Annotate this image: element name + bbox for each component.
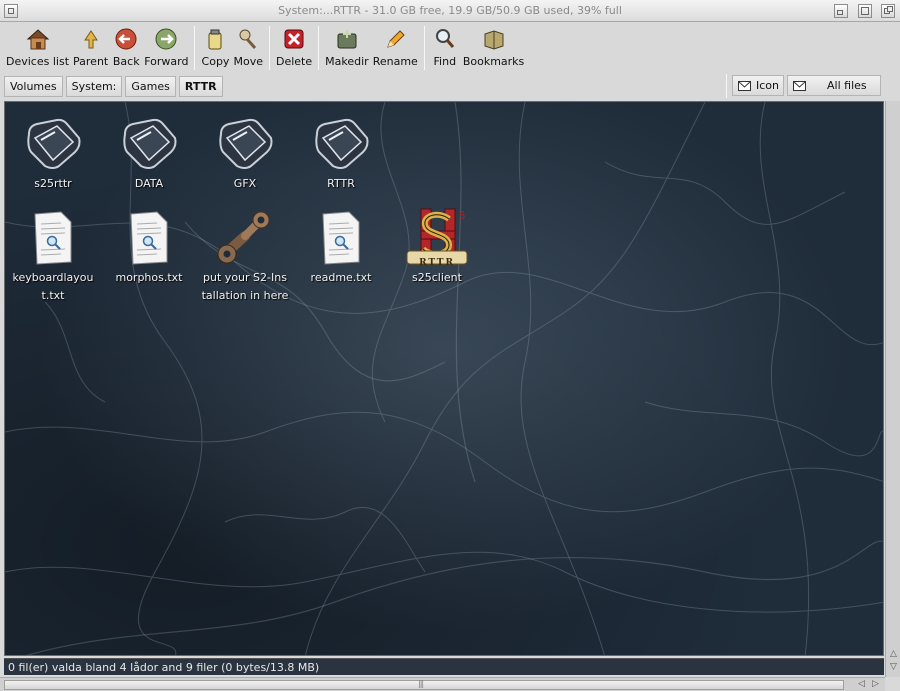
bookmarks-book-icon xyxy=(480,25,508,53)
depth-front-icon xyxy=(887,6,893,12)
settlers-app-icon: 5 RTTR xyxy=(405,206,469,270)
zoom-button[interactable] xyxy=(858,4,872,18)
text-document-icon xyxy=(21,206,85,270)
drawer-icon xyxy=(309,112,373,176)
rename-label: Rename xyxy=(372,55,418,68)
scrollbar-thumb[interactable] xyxy=(4,680,844,690)
app-logo-text: RTTR xyxy=(419,257,455,268)
bookmarks-label: Bookmarks xyxy=(462,55,525,68)
view-mode-label: Icon xyxy=(756,79,779,92)
pencil-icon xyxy=(381,25,409,53)
icon-label: readme.txt xyxy=(310,271,372,284)
scroll-up-arrow-icon[interactable]: △ xyxy=(888,649,899,660)
wrench-icon xyxy=(213,206,277,270)
forward-arrow-icon xyxy=(152,25,180,53)
pathbar-divider xyxy=(726,74,727,98)
house-icon xyxy=(24,25,52,53)
crumb-volumes[interactable]: Volumes xyxy=(4,75,63,97)
icon-label: GFX xyxy=(233,177,257,190)
drawer-window-content[interactable]: s25rttr DATA GFX RTTR keyboardlayout.txt… xyxy=(4,101,884,656)
envelope-icon xyxy=(793,80,806,91)
vertical-scrollbar[interactable]: △ ▽ xyxy=(885,101,900,677)
app-icon-item[interactable]: 5 RTTR s25client xyxy=(389,206,485,287)
depth-button[interactable] xyxy=(881,4,895,18)
text-document-icon xyxy=(117,206,181,270)
icon-label: keyboardlayout.txt xyxy=(12,271,94,302)
delete-x-icon xyxy=(280,25,308,53)
copy-button[interactable]: Copy xyxy=(199,24,231,68)
toolbar-divider xyxy=(423,26,425,70)
copy-jar-icon xyxy=(201,25,229,53)
scroll-down-arrow-icon[interactable]: ▽ xyxy=(888,662,899,673)
icon-label: DATA xyxy=(134,177,164,190)
drawer-icon-item[interactable]: RTTR xyxy=(293,112,389,193)
find-label: Find xyxy=(433,55,457,68)
close-icon xyxy=(8,8,14,14)
forward-label: Forward xyxy=(144,55,189,68)
drawer-icon-item[interactable]: GFX xyxy=(197,112,293,193)
tool-icon-item[interactable]: put your S2-Installation in here xyxy=(197,206,293,305)
toolbar-divider xyxy=(318,26,320,70)
grip-icon: ||| xyxy=(418,679,424,688)
forward-button[interactable]: Forward xyxy=(142,24,190,68)
makedir-button[interactable]: Makedir xyxy=(323,24,371,68)
crumb-games[interactable]: Games xyxy=(125,75,176,97)
move-icon xyxy=(234,25,262,53)
back-arrow-icon xyxy=(112,25,140,53)
toolbar-divider xyxy=(194,26,196,70)
window-titlebar[interactable]: System:...RTTR - 31.0 GB free, 19.9 GB/5… xyxy=(0,0,900,22)
status-bar: 0 fil(er) valda bland 4 lådor and 9 file… xyxy=(4,658,884,675)
show-files-button[interactable]: All files xyxy=(787,75,881,96)
horizontal-scrollbar[interactable]: ||| ◁ ▷ xyxy=(0,677,885,691)
text-file-icon-item[interactable]: keyboardlayout.txt xyxy=(5,206,101,305)
devices-list-button[interactable]: Devices list xyxy=(4,24,71,68)
delete-button[interactable]: Delete xyxy=(274,24,314,68)
devices-list-label: Devices list xyxy=(6,55,70,68)
icon-label: s25rttr xyxy=(34,177,72,190)
toolbar: Devices list Parent Back Forward Copy Mo… xyxy=(4,24,884,72)
find-button[interactable]: Find xyxy=(429,24,461,68)
drawer-icon xyxy=(213,112,277,176)
drawer-icon xyxy=(117,112,181,176)
text-document-icon xyxy=(309,206,373,270)
iconify-button[interactable] xyxy=(834,4,848,18)
text-file-icon-item[interactable]: morphos.txt xyxy=(101,206,197,287)
window-title: System:...RTTR - 31.0 GB free, 19.9 GB/5… xyxy=(278,4,622,17)
envelope-icon xyxy=(738,80,751,91)
view-mode-button[interactable]: Icon xyxy=(732,75,784,96)
back-label: Back xyxy=(112,55,140,68)
makedir-icon xyxy=(333,25,361,53)
drawer-icon xyxy=(21,112,85,176)
show-files-label: All files xyxy=(827,79,867,92)
rename-button[interactable]: Rename xyxy=(371,24,420,68)
icon-label: put your S2-Installation in here xyxy=(201,271,289,302)
magnifier-icon xyxy=(431,25,459,53)
close-window-button[interactable] xyxy=(4,4,18,18)
icon-label: morphos.txt xyxy=(115,271,183,284)
parent-button[interactable]: Parent xyxy=(71,24,110,68)
copy-label: Copy xyxy=(201,55,230,68)
drawer-icon-item[interactable]: DATA xyxy=(101,112,197,193)
move-label: Move xyxy=(233,55,263,68)
back-button[interactable]: Back xyxy=(110,24,142,68)
icon-label: RTTR xyxy=(327,177,355,190)
parent-label: Parent xyxy=(73,55,109,68)
toolbar-divider xyxy=(268,26,270,70)
crumb-system[interactable]: System: xyxy=(65,75,123,97)
svg-text:5: 5 xyxy=(459,211,465,222)
scroll-right-arrow-icon[interactable]: ▷ xyxy=(870,679,881,690)
breadcrumb: Volumes System: Games RTTR Icon All file… xyxy=(4,74,884,98)
bookmarks-button[interactable]: Bookmarks xyxy=(461,24,526,68)
scroll-left-arrow-icon[interactable]: ◁ xyxy=(856,679,867,690)
makedir-label: Makedir xyxy=(325,55,369,68)
parent-arrow-icon xyxy=(77,25,105,53)
icon-label: s25client xyxy=(412,271,462,284)
delete-label: Delete xyxy=(275,55,313,68)
crumb-rttr[interactable]: RTTR xyxy=(178,75,223,97)
text-file-icon-item[interactable]: readme.txt xyxy=(293,206,389,287)
move-button[interactable]: Move xyxy=(231,24,265,68)
iconify-icon xyxy=(837,10,843,15)
zoom-icon xyxy=(861,7,869,15)
drawer-icon-item[interactable]: s25rttr xyxy=(5,112,101,193)
